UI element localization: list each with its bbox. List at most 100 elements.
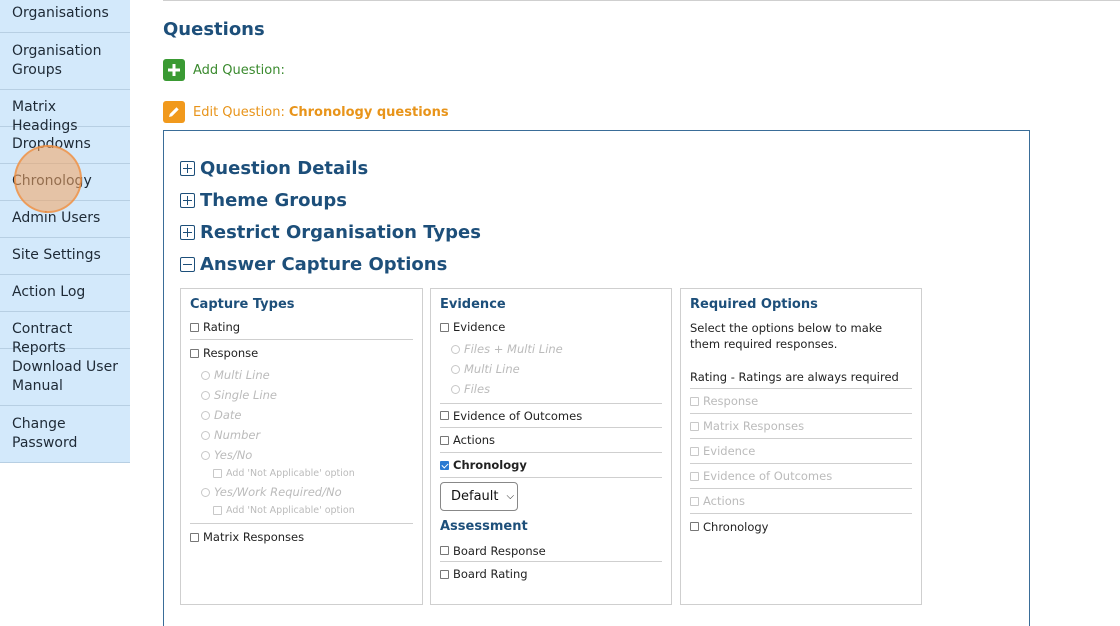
evidence-checkbox[interactable] [440,322,449,332]
sidebar-item-download-user-manual[interactable]: Download User Manual [0,349,130,406]
yes-work-radio-row: Yes/Work Required/No [201,482,413,502]
rating-option[interactable]: Rating [190,320,413,340]
number-radio-row: Number [201,425,413,445]
sidebar-item-matrix-headings[interactable]: Matrix Headings [0,90,130,134]
required-options-box: Required Options Select the options belo… [680,288,922,605]
files-radio-row: Files [451,379,662,399]
section-title[interactable]: Answer Capture Options [200,254,447,275]
evidence-option[interactable]: Evidence [440,320,662,334]
pencil-icon [163,101,185,123]
board-rating-checkbox[interactable] [440,569,449,579]
question-panel: Question Details Theme Groups Restrict O… [163,130,1030,626]
response-option[interactable]: Response [190,346,413,360]
evidence-label: Evidence [453,320,506,334]
sidebar-item-organisation-groups[interactable]: Organisation Groups [0,33,130,90]
add-na-option-1: Add 'Not Applicable' option [201,465,413,482]
section-title[interactable]: Question Details [200,158,368,179]
evidence-outcomes-label: Evidence of Outcomes [453,408,583,423]
section-title[interactable]: Restrict Organisation Types [200,222,481,243]
add-na-label: Add 'Not Applicable' option [226,468,355,479]
matrix-responses-option[interactable]: Matrix Responses [190,530,413,544]
board-response-checkbox[interactable] [440,546,449,555]
yes-work-label: Yes/Work Required/No [214,485,342,499]
number-label: Number [214,428,261,442]
rating-checkbox[interactable] [190,322,199,332]
radio [201,450,210,460]
checkbox [690,421,699,431]
required-evidence-label: Evidence [703,444,756,458]
chronology-option[interactable]: Chronology [440,453,662,478]
section-theme-groups[interactable]: Theme Groups [180,190,347,211]
sidebar: Organisations Organisation Groups Matrix… [0,0,130,463]
section-restrict-org-types[interactable]: Restrict Organisation Types [180,222,481,243]
radio [451,364,460,374]
rating-required-note: Rating - Ratings are always required [690,369,912,389]
actions-option[interactable]: Actions [440,428,662,453]
required-actions-option: Actions [690,489,912,514]
chronology-label: Chronology [453,458,527,472]
required-response-label: Response [703,394,759,408]
evidence-outcomes-checkbox[interactable] [440,411,449,420]
sidebar-item-contract-reports[interactable]: Contract Reports [0,312,130,356]
multi-line-label: Multi Line [214,368,270,382]
sidebar-item-change-password[interactable]: Change Password [0,406,130,463]
section-question-details[interactable]: Question Details [180,158,368,179]
add-question-row[interactable]: Add Question: [163,59,285,81]
plus-icon[interactable] [163,59,185,81]
sidebar-item-admin-users[interactable]: Admin Users [0,201,130,238]
edit-question-label: Edit Question: [193,104,285,120]
section-title[interactable]: Theme Groups [200,190,347,211]
board-response-option[interactable]: Board Response [440,540,662,562]
sidebar-item-organisations[interactable]: Organisations [0,0,130,33]
sidebar-item-action-log[interactable]: Action Log [0,275,130,312]
required-evidence-outcomes-option: Evidence of Outcomes [690,464,912,489]
top-divider [163,0,1120,1]
single-line-label: Single Line [214,388,277,402]
matrix-responses-checkbox[interactable] [190,532,199,542]
checkbox [690,446,699,456]
checkbox [213,469,222,478]
actions-checkbox[interactable] [440,435,449,445]
required-chronology-label: Chronology [703,519,769,534]
assessment-title: Assessment [440,519,528,534]
response-label: Response [203,346,259,360]
response-checkbox[interactable] [190,348,199,358]
radio [201,487,210,497]
radio [201,370,210,380]
yes-no-radio-row: Yes/No [201,445,413,465]
expand-icon[interactable] [180,161,195,176]
radio [201,410,210,420]
required-chronology-checkbox[interactable] [690,522,699,531]
collapse-icon[interactable] [180,257,195,272]
checkbox [690,396,699,406]
board-rating-label: Board Rating [453,567,528,581]
add-question-label[interactable]: Add Question: [193,63,285,78]
yes-no-label: Yes/No [214,448,253,462]
expand-icon[interactable] [180,193,195,208]
board-rating-option[interactable]: Board Rating [440,562,662,586]
edit-question-name: Chronology questions [288,104,449,120]
capture-types-box: Capture Types Rating Response Multi Line… [180,288,423,605]
files-label: Files [464,382,491,396]
chevron-down-icon: ⌵ [506,491,515,502]
expand-icon[interactable] [180,225,195,240]
checkbox [690,471,699,481]
evidence-outcomes-option[interactable]: Evidence of Outcomes [440,404,662,428]
radio [451,344,460,354]
evidence-box: Evidence Evidence Files + Multi Line Mul… [430,288,672,605]
multi-line-label: Multi Line [464,362,520,376]
radio [451,384,460,394]
sidebar-item-chronology[interactable]: Chronology [0,164,130,201]
sidebar-item-site-settings[interactable]: Site Settings [0,238,130,275]
chronology-checkbox[interactable] [440,460,449,470]
radio [201,390,210,400]
required-response-option: Response [690,389,912,414]
add-na-label: Add 'Not Applicable' option [226,505,355,516]
required-chronology-option[interactable]: Chronology [690,514,912,539]
chronology-type-select[interactable]: Default ⌵ [440,482,518,511]
checkbox [690,496,699,506]
section-answer-capture[interactable]: Answer Capture Options [180,254,447,275]
date-radio-row: Date [201,405,413,425]
checkbox [213,506,222,515]
rating-label: Rating [203,320,241,334]
